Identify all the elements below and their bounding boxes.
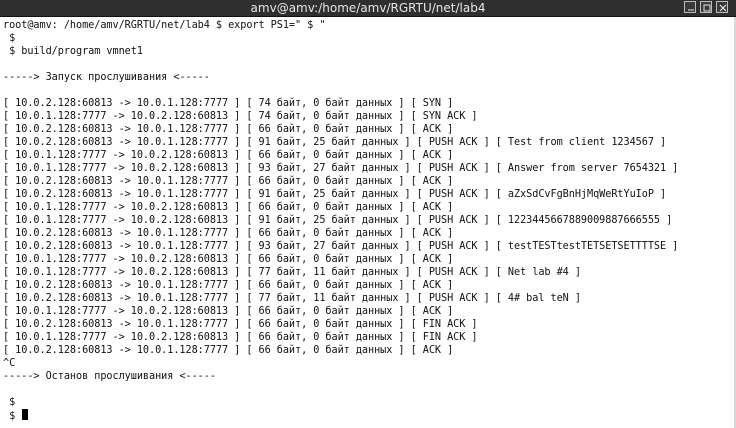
window-title: amv@amv:/home/amv/RGRTU/net/lab4 xyxy=(250,1,486,15)
text-cursor xyxy=(22,409,29,420)
terminal-line: [ 10.0.1.128:7777 -> 10.0.2.128:60813 ] … xyxy=(3,202,454,213)
terminal-line: [ 10.0.2.128:60813 -> 10.0.1.128:7777 ] … xyxy=(3,176,454,187)
terminal-line: [ 10.0.2.128:60813 -> 10.0.1.128:7777 ] … xyxy=(3,228,454,239)
terminal-line: [ 10.0.1.128:7777 -> 10.0.2.128:60813 ] … xyxy=(3,215,673,226)
terminal-line: [ 10.0.2.128:60813 -> 10.0.1.128:7777 ] … xyxy=(3,345,454,356)
terminal-line: [ 10.0.1.128:7777 -> 10.0.2.128:60813 ] … xyxy=(3,332,478,343)
terminal-output[interactable]: root@amv: /home/amv/RGRTU/net/lab4 $ exp… xyxy=(0,17,736,428)
terminal-line: [ 10.0.1.128:7777 -> 10.0.2.128:60813 ] … xyxy=(3,267,581,278)
terminal-line: -----> Запуск прослушивания <----- xyxy=(3,72,210,83)
terminal-line: $ xyxy=(3,33,16,44)
terminal-line: [ 10.0.1.128:7777 -> 10.0.2.128:60813 ] … xyxy=(3,163,679,174)
minimize-icon xyxy=(688,9,694,11)
terminal-line: [ 10.0.1.128:7777 -> 10.0.2.128:60813 ] … xyxy=(3,254,454,265)
close-button[interactable] xyxy=(716,1,728,13)
title-bar[interactable]: amv@amv:/home/amv/RGRTU/net/lab4 xyxy=(0,0,736,17)
terminal-line: [ 10.0.1.128:7777 -> 10.0.2.128:60813 ] … xyxy=(3,150,454,161)
close-icon xyxy=(719,4,727,12)
terminal-line: [ 10.0.2.128:60813 -> 10.0.1.128:7777 ] … xyxy=(3,137,667,148)
terminal-line: [ 10.0.2.128:60813 -> 10.0.1.128:7777 ] … xyxy=(3,98,454,109)
maximize-button[interactable] xyxy=(700,1,712,13)
terminal-line: -----> Останов прослушивания <----- xyxy=(3,371,216,382)
terminal-line: [ 10.0.2.128:60813 -> 10.0.1.128:7777 ] … xyxy=(3,280,454,291)
terminal-line: [ 10.0.2.128:60813 -> 10.0.1.128:7777 ] … xyxy=(3,319,478,330)
terminal-line: root@amv: /home/amv/RGRTU/net/lab4 $ exp… xyxy=(3,20,326,31)
terminal-line: [ 10.0.1.128:7777 -> 10.0.2.128:60813 ] … xyxy=(3,111,478,122)
terminal-window: amv@amv:/home/amv/RGRTU/net/lab4 root@am… xyxy=(0,0,736,428)
terminal-line: [ 10.0.2.128:60813 -> 10.0.1.128:7777 ] … xyxy=(3,293,581,304)
terminal-line: ^C xyxy=(3,358,16,369)
terminal-line: $ xyxy=(3,397,16,408)
terminal-line: [ 10.0.1.128:7777 -> 10.0.2.128:60813 ] … xyxy=(3,306,454,317)
maximize-icon xyxy=(703,4,711,12)
terminal-line: $ xyxy=(3,409,29,422)
terminal-line: $ build/program vmnet1 xyxy=(3,46,143,57)
terminal-line: [ 10.0.2.128:60813 -> 10.0.1.128:7777 ] … xyxy=(3,124,454,135)
minimize-button[interactable] xyxy=(684,1,696,13)
terminal-line: [ 10.0.2.128:60813 -> 10.0.1.128:7777 ] … xyxy=(3,189,667,200)
terminal-line: [ 10.0.2.128:60813 -> 10.0.1.128:7777 ] … xyxy=(3,241,679,252)
